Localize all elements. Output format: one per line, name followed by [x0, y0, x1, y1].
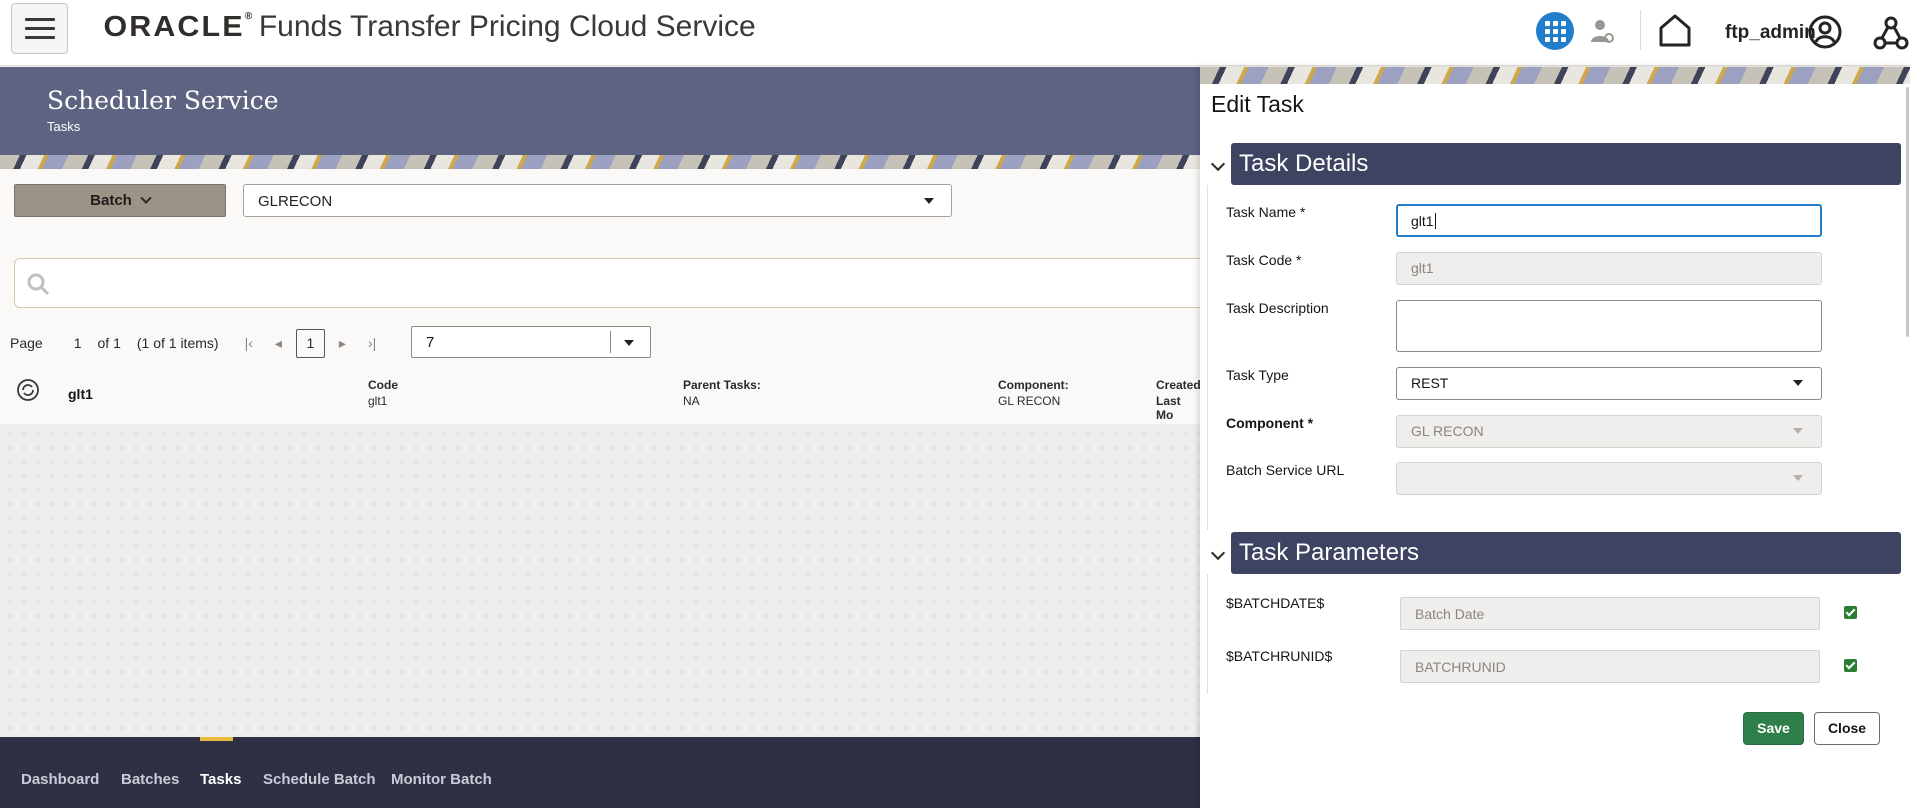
chevron-down-icon	[140, 192, 152, 204]
network-icon[interactable]	[1873, 15, 1909, 51]
task-description-label: Task Description	[1226, 300, 1329, 316]
current-page: 1	[73, 335, 82, 351]
app-title: Funds Transfer Pricing Cloud Service	[258, 10, 756, 43]
header-divider	[1640, 10, 1641, 50]
edit-task-drawer: Edit Task Task Details Task Name * glt1 …	[1200, 67, 1910, 808]
banner-decoration	[0, 155, 1200, 169]
param-batchrunid-field: BATCHRUNID	[1400, 650, 1820, 683]
active-tab-indicator	[200, 737, 233, 741]
tab-monitor-batch[interactable]: Monitor Batch	[391, 771, 492, 788]
parent-tasks-label: Parent Tasks:	[683, 378, 761, 392]
parent-tasks-value: NA	[683, 394, 700, 408]
pagination: Page 1 of 1 (1 of 1 items) |‹ ◂ 1 ▸ ›|	[10, 326, 376, 360]
task-parameters-header[interactable]: Task Parameters	[1231, 532, 1901, 574]
items-count: (1 of 1 items)	[136, 335, 219, 351]
tab-schedule-batch[interactable]: Schedule Batch	[263, 771, 376, 788]
task-status-icon	[17, 379, 39, 401]
param-batchdate-placeholder: Batch Date	[1415, 606, 1485, 622]
task-code-value: glt1	[1411, 260, 1434, 276]
top-header: ORACLE® Funds Transfer Pricing Cloud Ser…	[0, 0, 1910, 66]
background-texture	[0, 424, 1200, 737]
select-divider	[610, 331, 611, 353]
caret-down-icon	[1793, 380, 1803, 386]
component-select-value: GL RECON	[1411, 423, 1484, 439]
apps-grid-icon[interactable]	[1536, 12, 1574, 50]
task-description-field[interactable]	[1396, 300, 1822, 352]
component-field-label: Component *	[1226, 415, 1314, 431]
caret-down-icon	[924, 198, 934, 204]
task-type-select[interactable]: REST	[1396, 367, 1822, 400]
tab-dashboard[interactable]: Dashboard	[21, 771, 99, 788]
chevron-down-icon[interactable]	[1210, 156, 1226, 172]
task-details-section: Task Name * glt1 Task Code * glt1 Task D…	[1207, 185, 1910, 530]
drawer-title: Edit Task	[1211, 91, 1304, 117]
prev-page-icon[interactable]: ◂	[275, 335, 282, 352]
brand: ORACLE® Funds Transfer Pricing Cloud Ser…	[103, 10, 756, 44]
batch-service-url-select	[1396, 462, 1822, 495]
code-label: Code	[368, 378, 398, 392]
account-icon[interactable]	[1808, 15, 1842, 49]
batch-select-value: GLRECON	[258, 193, 333, 210]
task-code-field: glt1	[1396, 252, 1822, 285]
caret-down-icon	[1793, 428, 1803, 434]
task-details-heading: Task Details	[1239, 150, 1369, 177]
code-value: glt1	[368, 394, 388, 408]
hamburger-menu-icon[interactable]	[11, 3, 68, 54]
batch-button-label: Batch	[90, 192, 132, 209]
param-batchdate-field: Batch Date	[1400, 597, 1820, 630]
page-size-value: 7	[426, 334, 435, 351]
batch-select[interactable]: GLRECON	[243, 184, 952, 217]
task-parameters-heading: Task Parameters	[1239, 539, 1420, 566]
batch-dropdown-button[interactable]: Batch	[14, 184, 226, 217]
footer-nav: Dashboard Batches Tasks Schedule Batch M…	[0, 737, 1200, 808]
task-parameters-section: $BATCHDATE$ Batch Date $BATCHRUNID$ BATC…	[1207, 574, 1910, 694]
component-select: GL RECON	[1396, 415, 1822, 448]
search-input[interactable]	[14, 258, 1204, 308]
table-row[interactable]: glt1 Code glt1 Parent Tasks: NA Componen…	[0, 372, 1201, 424]
close-button[interactable]: Close	[1814, 712, 1880, 745]
task-code-label: Task Code *	[1226, 252, 1302, 268]
home-icon[interactable]	[1657, 12, 1693, 48]
task-name-field[interactable]: glt1	[1396, 204, 1822, 237]
caret-down-icon	[1793, 475, 1803, 481]
task-details-header[interactable]: Task Details	[1231, 143, 1901, 185]
created-label: Created	[1156, 378, 1201, 392]
tab-tasks[interactable]: Tasks	[200, 771, 241, 788]
page-number-button[interactable]: 1	[295, 328, 325, 358]
username-label[interactable]: ftp_admin	[1725, 22, 1816, 44]
oracle-logo: ORACLE®	[103, 10, 253, 43]
save-button[interactable]: Save	[1743, 712, 1804, 745]
search-icon	[27, 273, 50, 296]
batch-service-url-label: Batch Service URL	[1226, 462, 1345, 478]
task-name-value: glt1	[1411, 213, 1434, 229]
page-subtitle: Tasks	[47, 119, 81, 134]
page-title: Scheduler Service	[47, 86, 279, 115]
component-label: Component:	[998, 378, 1069, 392]
task-name[interactable]: glt1	[68, 386, 93, 402]
caret-down-icon	[624, 340, 634, 346]
last-modified-label: Last Mo	[1156, 394, 1181, 422]
first-page-icon[interactable]: |‹	[245, 335, 253, 351]
page-label: Page	[10, 335, 43, 351]
param-batchdate-label: $BATCHDATE$	[1226, 595, 1325, 611]
chevron-down-icon[interactable]	[1210, 545, 1226, 561]
drawer-decoration	[1200, 67, 1910, 84]
param-batchrunid-placeholder: BATCHRUNID	[1415, 659, 1506, 675]
tab-batches[interactable]: Batches	[121, 771, 179, 788]
task-type-value: REST	[1411, 375, 1449, 391]
param-batchrunid-label: $BATCHRUNID$	[1226, 648, 1333, 664]
last-page-icon[interactable]: ›|	[368, 335, 376, 351]
task-name-label: Task Name *	[1226, 204, 1306, 220]
param-batchdate-checkbox[interactable]	[1844, 606, 1857, 619]
page-size-select[interactable]: 7	[411, 326, 651, 358]
component-value: GL RECON	[998, 394, 1061, 408]
user-settings-icon[interactable]	[1590, 18, 1614, 44]
next-page-icon[interactable]: ▸	[339, 335, 346, 352]
task-type-label: Task Type	[1226, 367, 1289, 383]
page-of: of 1	[97, 335, 121, 351]
param-batchrunid-checkbox[interactable]	[1844, 659, 1857, 672]
